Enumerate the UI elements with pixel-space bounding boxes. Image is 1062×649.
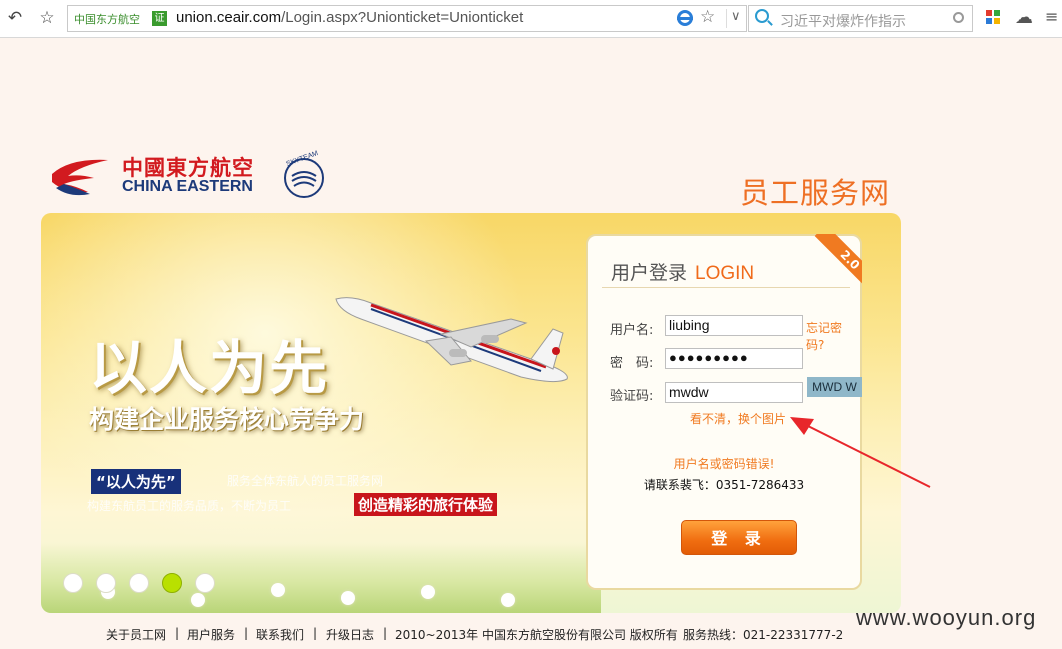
slide-dot-2[interactable] xyxy=(96,573,116,593)
site-name-tag: 中国东方航空 xyxy=(74,13,140,26)
slide-indicator xyxy=(63,573,215,593)
login-button[interactable]: 登 录 xyxy=(681,520,797,555)
footer-hotline: 服务热线：021-22331777-2 xyxy=(683,628,844,642)
banner-description-2: 构建东航员工的服务品质，不断为员工 xyxy=(87,499,292,513)
china-eastern-logo[interactable]: 中國東方航空 CHINA EASTERN SKYTEAM xyxy=(50,150,330,202)
refresh-captcha-link[interactable]: 看不清，换个图片 xyxy=(690,410,786,427)
captcha-field[interactable]: mwdw xyxy=(665,382,803,403)
slide-dot-1[interactable] xyxy=(63,573,83,593)
captcha-label: 验证码: xyxy=(610,389,654,404)
login-heading: 用户登录 LOGIN xyxy=(611,262,755,284)
footer-link-service[interactable]: 用户服务 xyxy=(187,626,235,643)
address-bar[interactable]: 中国东方航空 证 union.ceair.com/Login.aspx?Unio… xyxy=(67,5,747,32)
apps-grid-icon[interactable] xyxy=(986,10,1000,24)
watermark: www.wooyun.org xyxy=(856,605,1037,630)
username-label: 用户名: xyxy=(610,323,654,338)
search-input[interactable]: 习近平对爆炸作指示 xyxy=(780,11,906,31)
skyteam-logo-icon: SKYTEAM xyxy=(284,150,324,198)
footer-link-changelog[interactable]: 升级日志 xyxy=(326,626,374,643)
chevron-down-icon[interactable]: ∨ xyxy=(726,9,741,28)
url-text[interactable]: union.ceair.com/Login.aspx?Unionticket=U… xyxy=(176,9,523,26)
ie-icon[interactable] xyxy=(677,10,693,26)
menu-icon[interactable]: ≡ xyxy=(1045,7,1058,26)
swallow-logo-icon xyxy=(52,159,108,196)
password-field[interactable]: ●●●●●●●●● xyxy=(665,348,803,369)
banner-tag-travel: 创造精彩的旅行体验 xyxy=(354,493,498,516)
portal-title: 员工服务网 xyxy=(740,176,891,210)
bookmark-star-icon[interactable]: ☆ xyxy=(700,7,715,27)
version-ribbon: 2.0 xyxy=(802,234,862,294)
browser-toolbar: ↶ ☆ 中国东方航空 证 union.ceair.com/Login.aspx?… xyxy=(0,0,1062,38)
banner-description-1: 服务全体东航人的员工服务网 xyxy=(227,474,384,488)
footer-link-contact[interactable]: 联系我们 xyxy=(256,626,304,643)
logo-english-text: CHINA EASTERN xyxy=(122,178,253,195)
captcha-image[interactable]: MWD W xyxy=(807,377,862,397)
banner-tag-people-first: “以人为先” xyxy=(91,469,181,494)
favorite-star-icon[interactable]: ☆ xyxy=(36,7,58,29)
footer-copyright: 2010~2013年 中国东方航空股份有限公司 版权所有 xyxy=(395,628,678,642)
search-button-icon[interactable] xyxy=(953,12,964,23)
password-label: 密 码: xyxy=(610,356,654,371)
search-box[interactable]: 习近平对爆炸作指示 xyxy=(748,5,973,32)
banner-sub-slogan: 构建企业服务核心竞争力 xyxy=(89,405,365,434)
banner-slogan: 以人为先 xyxy=(89,334,330,402)
airplane-image xyxy=(335,297,568,383)
svg-text:SKYTEAM: SKYTEAM xyxy=(285,150,319,168)
certificate-badge[interactable]: 证 xyxy=(152,11,167,26)
search-icon xyxy=(755,9,769,23)
slide-dot-5[interactable] xyxy=(195,573,215,593)
username-field[interactable]: liubing xyxy=(665,315,803,336)
slide-dot-3[interactable] xyxy=(129,573,149,593)
annotation-arrow xyxy=(790,417,931,488)
slide-dot-4[interactable] xyxy=(162,573,182,593)
footer-link-about[interactable]: 关于员工网 xyxy=(106,626,166,643)
back-icon[interactable]: ↶ xyxy=(4,7,26,29)
forgot-password-link[interactable]: 忘记密码? xyxy=(806,319,860,353)
cloud-icon[interactable]: ☁ xyxy=(1015,7,1033,28)
